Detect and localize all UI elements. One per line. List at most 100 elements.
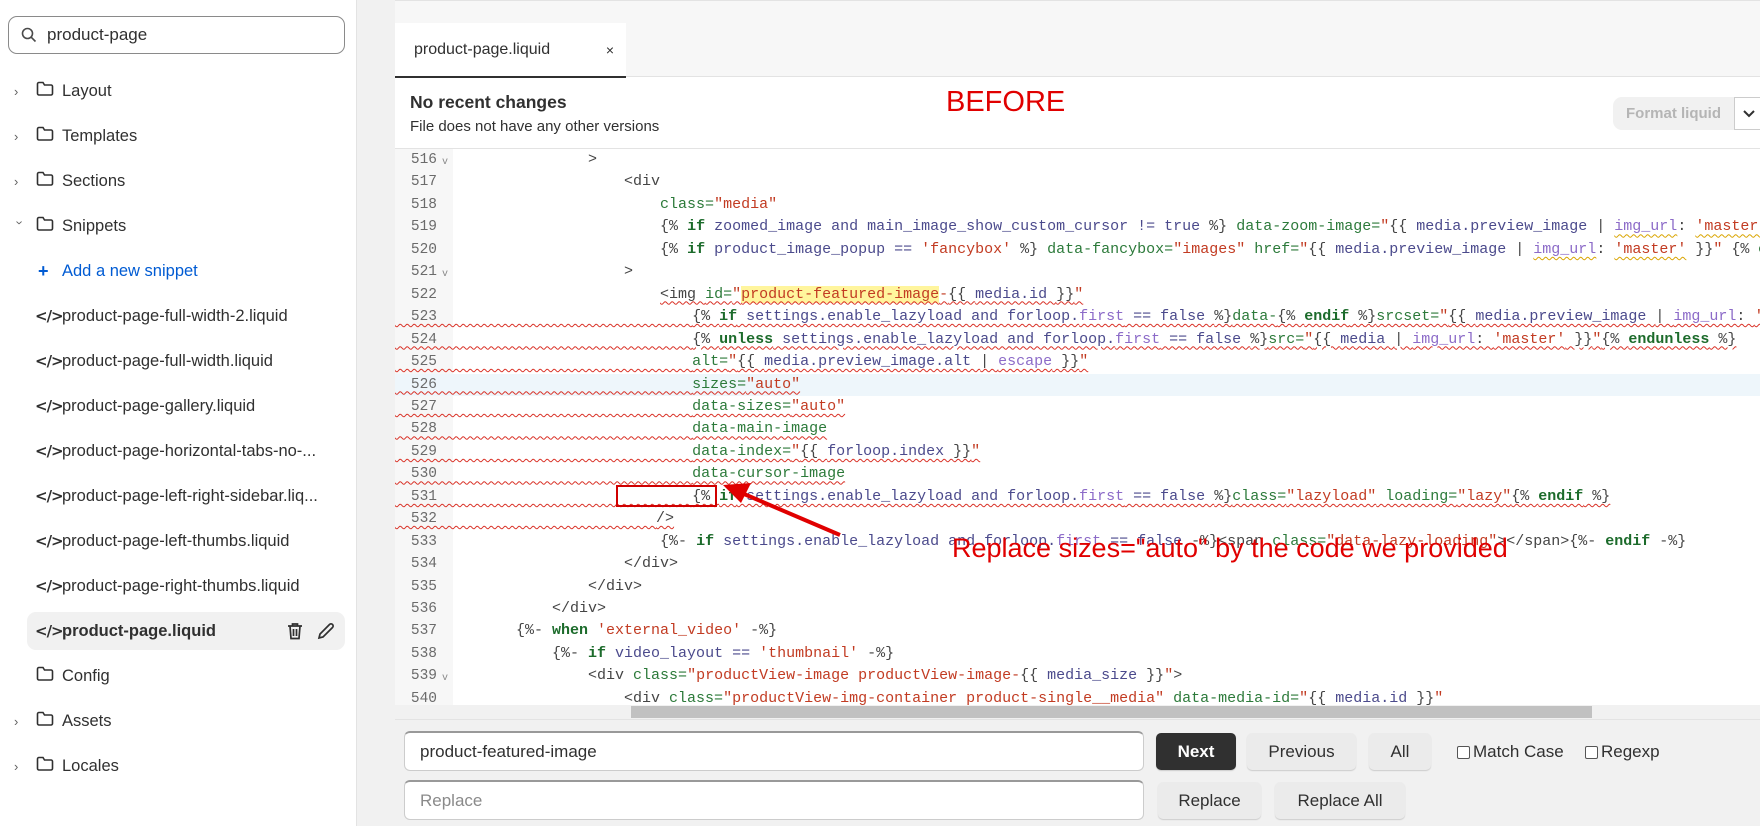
code-line[interactable]: 525 alt="{{ media.preview_image.alt | es… [395,351,1760,373]
code-token: "auto" [791,397,846,415]
next-button[interactable]: Next [1156,733,1236,770]
pencil-icon[interactable] [317,622,335,640]
tab-product-page-liquid[interactable]: product-page.liquid × [395,23,626,78]
code-line[interactable]: 517 <div [395,171,1760,193]
replace-input[interactable]: Replace [404,780,1144,820]
code-token: 'master' [1493,330,1566,348]
sidebar-item-layout[interactable]: › Layout [0,72,346,110]
code-token: href= [1245,240,1300,258]
sidebar-item-snippets[interactable]: › Snippets [0,207,346,245]
sidebar-item-product-page-left-thumbs-liquid[interactable]: </> product-page-left-thumbs.liquid [0,522,346,560]
sidebar-item-product-page-full-width-2-liquid[interactable]: </> product-page-full-width-2.liquid [0,297,346,335]
sidebar-item-sections[interactable]: › Sections [0,162,346,200]
chevron-down-icon[interactable]: › [13,220,28,232]
format-options-dropdown[interactable] [1734,97,1760,130]
sidebar-item-templates[interactable]: › Templates [0,117,346,155]
match-case-checkbox[interactable]: Match Case [1457,742,1564,762]
file-search-input[interactable]: product-page [8,16,345,54]
line-number: 537 [410,623,437,640]
scrollbar-thumb[interactable] [631,706,1592,718]
horizontal-scrollbar[interactable] [395,705,1760,719]
code-line[interactable]: 523 {% if settings.enable_lazyload and f… [395,306,1760,328]
code-line[interactable]: 531 {% if settings.enable_lazyload and f… [395,486,1760,508]
code-token: class= [633,667,688,685]
tab-bar: product-page.liquid × [395,0,1760,78]
sidebar-item-assets[interactable]: › Assets [0,702,346,740]
code-token: endunless [1628,330,1710,348]
sidebar-item-config[interactable]: Config [0,657,346,695]
code-line[interactable]: 522 <img id="product-featured-image-{{ m… [395,284,1760,306]
code-token: {% [692,308,720,326]
code-token: | [1515,240,1534,258]
code-token: == false [1160,330,1251,348]
checkbox-box[interactable] [1585,745,1598,759]
code-token: }} [953,442,972,460]
code-line[interactable]: 536 </div> [395,598,1760,620]
replace-button[interactable]: Replace [1158,782,1261,819]
code-token: | [980,353,999,371]
chevron-right-icon[interactable]: › [14,84,26,99]
code-token: " [1074,285,1084,303]
code-line[interactable]: 535 </div> [395,576,1760,598]
code-token: if [687,218,706,236]
code-token: sizes= [692,375,747,393]
code-token: | [1655,308,1674,326]
code-line[interactable]: 537 {%- when 'external_video' -%} [395,620,1760,642]
close-icon[interactable]: × [606,42,614,58]
sidebar-item-product-page-right-thumbs-liquid[interactable]: </> product-page-right-thumbs.liquid [0,567,346,605]
code-token: }} [1416,689,1435,705]
code-token: data-index= [692,442,792,460]
code-line[interactable]: 538 {%- if video_layout == 'thumbnail' -… [395,643,1760,665]
code-line[interactable]: 518 class="media" [395,194,1760,216]
code-line[interactable]: 524 {% unless settings.enable_lazyload a… [395,329,1760,351]
code-line[interactable]: 539 v <div class="productView-image produ… [395,665,1760,687]
chevron-right-icon[interactable]: › [14,714,26,729]
all-button[interactable]: All [1369,733,1431,770]
chevron-right-icon[interactable]: › [14,759,26,774]
code-line[interactable]: 532 /> [395,508,1760,530]
code-line[interactable]: 528 data-main-image [395,418,1760,440]
code-line[interactable]: 520 {% if product_image_popup == 'fancyb… [395,239,1760,261]
sidebar-item-product-page-full-width-liquid[interactable]: </> product-page-full-width.liquid [0,342,346,380]
code-line[interactable]: 529 data-index="{{ forloop.index }}" [395,441,1760,463]
code-line[interactable]: 527 data-sizes="auto" [395,396,1760,418]
code-token: if [588,644,607,662]
checkbox-box[interactable] [1457,745,1470,759]
trash-icon[interactable] [287,622,303,640]
code-token: product-featured-image [741,285,940,303]
code-line[interactable]: 519 {% if zoomed_image and main_image_sh… [395,216,1760,238]
code-token: if [696,532,715,550]
code-token: : [1736,308,1755,326]
code-token: unless [719,330,774,348]
replace-all-button[interactable]: Replace All [1275,782,1405,819]
find-input[interactable]: product-featured-image [404,731,1144,771]
sidebar-item-product-page-left-right-sidebar-liq[interactable]: </> product-page-left-right-sidebar.liq..… [0,477,346,515]
regexp-checkbox[interactable]: Regexp [1585,742,1660,762]
chevron-right-icon[interactable]: › [14,129,26,144]
folder-icon [36,666,54,686]
previous-button[interactable]: Previous [1247,733,1356,770]
code-token: zoomed_image and main_image_show_custom_… [705,218,1210,236]
chevron-right-icon[interactable]: › [14,174,26,189]
sidebar-item-add-a-new-snippet[interactable]: + Add a new snippet [0,252,346,290]
code-line[interactable]: 516 v > [395,149,1760,171]
sidebar-item-product-page-horizontal-tabs-no[interactable]: </> product-page-horizontal-tabs-no-... [0,432,346,470]
code-line[interactable]: 521 v > [395,261,1760,283]
sidebar-item-locales[interactable]: › Locales [0,747,346,785]
code-file-icon: </> [35,622,64,640]
sidebar-item-product-page-liquid[interactable]: </> product-page.liquid [27,612,345,650]
code-line[interactable]: 526 sizes="auto" [395,373,1760,396]
sidebar-item-product-page-gallery-liquid[interactable]: </> product-page-gallery.liquid [0,387,346,425]
code-line[interactable]: 530 data-cursor-image [395,463,1760,485]
code-line[interactable]: 540 <div class="productView-img-containe… [395,688,1760,705]
code-token: src= [1268,330,1305,348]
code-text: {% if product_image_popup == 'fancybox' … [462,239,1760,261]
code-token: "auto" [746,375,801,393]
code-text: > [462,261,633,283]
format-liquid-button[interactable]: Format liquid [1613,97,1734,130]
code-area[interactable]: 516 v >517 <div 518 class="media" 519 {% if… [395,149,1760,705]
code-token: escape [998,353,1053,371]
code-token: %} [1349,308,1377,326]
code-text: </div> [462,553,678,575]
code-token: srcset= [1376,308,1440,326]
